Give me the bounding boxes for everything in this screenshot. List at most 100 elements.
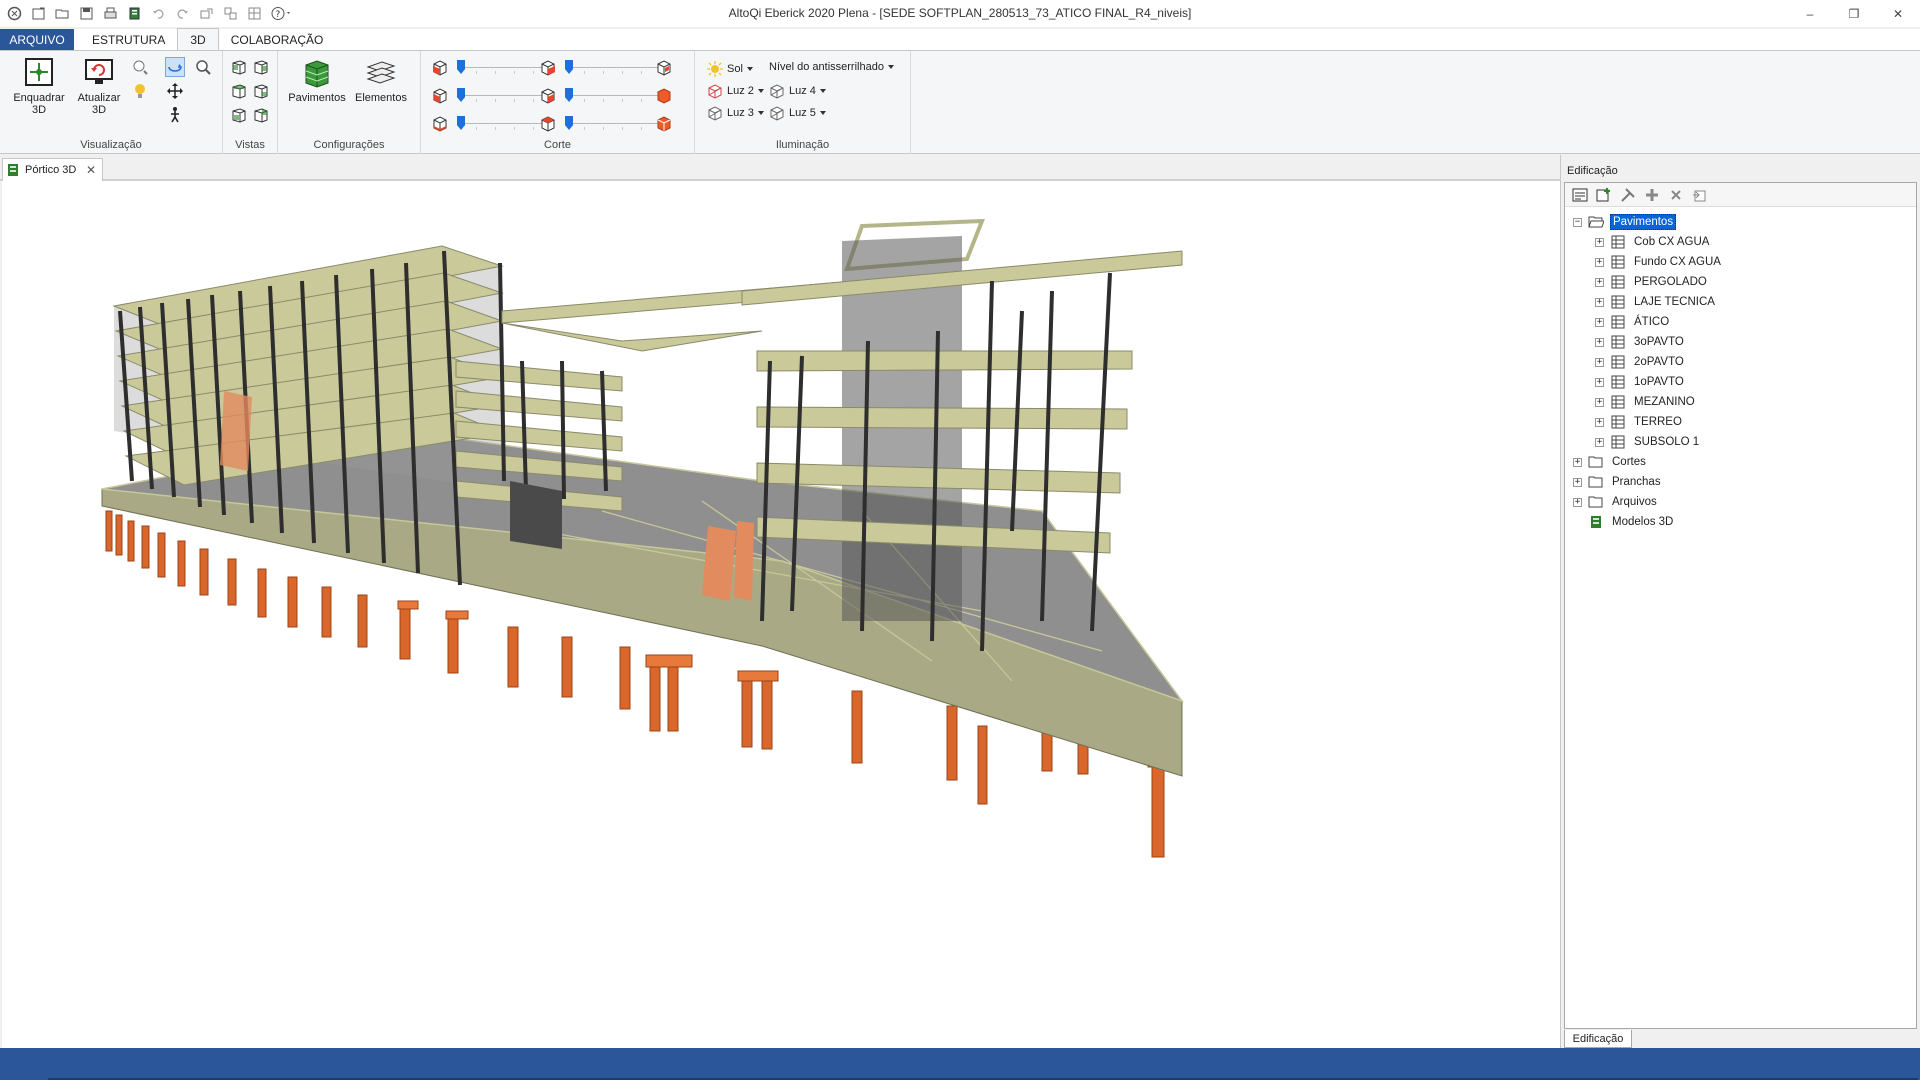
cut-z2-icon[interactable] [538, 113, 558, 133]
tree-item-floor[interactable]: +1oPAVTO [1595, 373, 1686, 391]
save-icon[interactable] [78, 5, 95, 22]
insert-icon[interactable] [1643, 186, 1661, 204]
tree-item-floor[interactable]: +3oPAVTO [1595, 333, 1686, 351]
expand-toggle[interactable]: + [1595, 437, 1604, 447]
cut-y-icon[interactable] [430, 85, 450, 105]
antialias-dropdown[interactable]: Nível do antisserrilhado [769, 61, 894, 73]
cut-x-icon[interactable] [430, 57, 450, 77]
cut-z2-slider[interactable] [565, 113, 660, 135]
undo-icon[interactable] [150, 5, 167, 22]
delete-icon[interactable] [1667, 186, 1685, 204]
redo-icon[interactable] [174, 5, 191, 22]
cut-reset-icon[interactable] [654, 113, 674, 133]
tree-item-floor[interactable]: + ÁTICO [1595, 313, 1671, 331]
new-icon[interactable] [30, 5, 47, 22]
slider-thumb[interactable] [457, 88, 465, 102]
light-bulb-icon[interactable] [130, 81, 150, 101]
pavimentos-button[interactable]: Pavimentos [288, 55, 346, 104]
tab-colaboracao[interactable]: COLABORAÇÃO [219, 29, 336, 50]
expand-toggle[interactable]: + [1595, 417, 1604, 427]
slider-thumb[interactable] [565, 88, 573, 102]
cut-z-icon[interactable] [430, 113, 450, 133]
tab-arquivo[interactable]: ARQUIVO [0, 29, 74, 50]
slider-thumb[interactable] [457, 116, 465, 130]
zoom-icon[interactable] [193, 57, 213, 77]
slider-thumb[interactable] [565, 60, 573, 74]
tool-3-icon[interactable] [246, 5, 263, 22]
minimize-button[interactable]: – [1788, 0, 1832, 27]
export-floors-icon[interactable] [1691, 186, 1709, 204]
cut-y2-slider[interactable] [565, 85, 660, 107]
expand-toggle[interactable]: + [1595, 377, 1604, 387]
tree-item-floor[interactable]: + Fundo CX AGUA [1595, 253, 1723, 271]
expand-toggle[interactable]: + [1595, 317, 1604, 327]
tree-item-floor[interactable]: + PERGOLADO [1595, 273, 1709, 291]
luz2-dropdown[interactable]: Luz 2 [707, 83, 764, 99]
view-front-icon[interactable] [229, 57, 249, 77]
structure-model-3d[interactable] [2, 181, 1560, 1048]
tree-item-modelos-3d[interactable]: Modelos 3D [1588, 513, 1675, 531]
open-icon[interactable] [54, 5, 71, 22]
enquadrar-3d-button[interactable]: Enquadrar 3D [10, 55, 68, 116]
cut-box-icon[interactable] [654, 57, 674, 77]
slider-thumb[interactable] [565, 116, 573, 130]
cut-x2-slider[interactable] [565, 57, 660, 79]
export-icon[interactable] [126, 5, 143, 22]
view-right-icon[interactable] [251, 81, 271, 101]
tools-icon[interactable] [1619, 186, 1637, 204]
expand-toggle[interactable]: + [1595, 337, 1604, 347]
sol-dropdown[interactable]: Sol [707, 61, 753, 77]
slider-thumb[interactable] [457, 60, 465, 74]
tab-portico-3d[interactable]: Pórtico 3D ✕ [2, 158, 103, 181]
tool-2-icon[interactable] [222, 5, 239, 22]
tree-item-cortes[interactable]: + Cortes [1573, 453, 1648, 471]
tree-item-floor[interactable]: + LAJE TECNICA [1595, 293, 1717, 311]
expand-toggle[interactable]: + [1595, 397, 1604, 407]
help-icon[interactable]: ? [270, 5, 294, 22]
tree-item-arquivos[interactable]: + Arquivos [1573, 493, 1659, 511]
atualizar-3d-button[interactable]: Atualizar 3D [70, 55, 128, 116]
tab-estrutura[interactable]: ESTRUTURA [80, 29, 177, 50]
pan-icon[interactable] [165, 81, 185, 101]
collapse-toggle[interactable]: − [1573, 217, 1582, 227]
view-left-icon[interactable] [229, 81, 249, 101]
add-floor-icon[interactable] [1595, 186, 1613, 204]
tree-item-floor[interactable]: +2oPAVTO [1595, 353, 1686, 371]
expand-toggle[interactable]: + [1595, 237, 1604, 247]
print-icon[interactable] [102, 5, 119, 22]
view-top-icon[interactable] [229, 105, 249, 125]
expand-toggle[interactable]: + [1573, 457, 1582, 467]
tree-item-floor[interactable]: + MEZANINO [1595, 393, 1697, 411]
luz5-dropdown[interactable]: Luz 5 [769, 105, 826, 121]
luz3-dropdown[interactable]: Luz 3 [707, 105, 764, 121]
expand-toggle[interactable]: + [1573, 477, 1582, 487]
tool-1-icon[interactable] [198, 5, 215, 22]
rotate-icon[interactable] [165, 57, 185, 77]
elementos-button[interactable]: Elementos [352, 55, 410, 104]
expand-toggle[interactable]: + [1595, 297, 1604, 307]
view-bottom-icon[interactable] [251, 105, 271, 125]
cut-x2-icon[interactable] [538, 57, 558, 77]
tree-item-floor[interactable]: + TERREO [1595, 413, 1684, 431]
view-back-icon[interactable] [251, 57, 271, 77]
luz4-dropdown[interactable]: Luz 4 [769, 83, 826, 99]
expand-toggle[interactable]: + [1573, 497, 1582, 507]
expand-toggle[interactable]: + [1595, 257, 1604, 267]
tab-edificacao[interactable]: Edificação [1564, 1030, 1632, 1048]
tree-item-floor[interactable]: + Cob CX AGUA [1595, 233, 1711, 251]
properties-icon[interactable] [1571, 186, 1589, 204]
cut-solid-icon[interactable] [654, 85, 674, 105]
expand-toggle[interactable]: + [1595, 277, 1604, 287]
app-icon[interactable] [6, 5, 23, 22]
expand-toggle[interactable]: + [1595, 357, 1604, 367]
cut-y2-icon[interactable] [538, 85, 558, 105]
tree-item-pranchas[interactable]: + Pranchas [1573, 473, 1663, 491]
walk-icon[interactable] [165, 105, 185, 125]
tree-item-pavimentos[interactable]: − Pavimentos [1573, 213, 1677, 231]
tree-item-floor[interactable]: + SUBSOLO 1 [1595, 433, 1701, 451]
camera-icon[interactable] [130, 57, 150, 77]
close-window-button[interactable]: ✕ [1876, 0, 1920, 27]
close-tab-icon[interactable]: ✕ [86, 163, 96, 177]
tab-3d[interactable]: 3D [177, 28, 219, 50]
restore-button[interactable]: ❐ [1832, 0, 1876, 27]
